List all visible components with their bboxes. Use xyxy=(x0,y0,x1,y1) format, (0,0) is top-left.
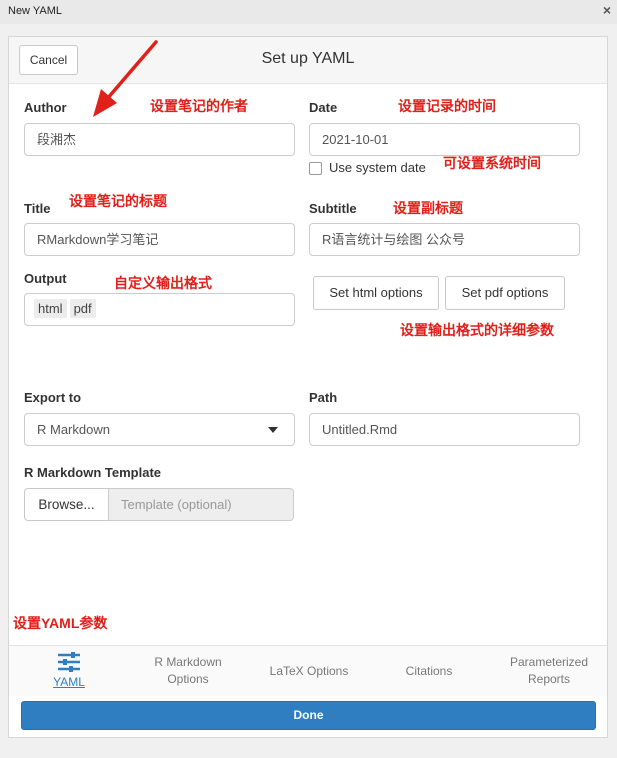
title-input[interactable]: RMarkdown学习笔记 xyxy=(24,223,295,256)
path-input[interactable]: Untitled.Rmd xyxy=(309,413,580,446)
set-pdf-options-button[interactable]: Set pdf options xyxy=(445,276,565,310)
tab-label: Parameterized Reports xyxy=(509,655,589,686)
subtitle-label: Subtitle xyxy=(309,201,357,216)
annotation-output-options: 设置输出格式的详细参数 xyxy=(400,322,554,338)
tab-parameterized-reports[interactable]: Parameterized Reports xyxy=(499,646,599,696)
title-label: Title xyxy=(24,201,51,216)
path-label: Path xyxy=(309,390,338,405)
output-label: Output xyxy=(24,271,67,286)
window-titlebar: New YAML × xyxy=(0,0,617,24)
template-label: R Markdown Template xyxy=(24,465,162,480)
subtitle-input[interactable]: R语言统计与绘图 公众号 xyxy=(309,223,580,256)
yaml-dialog: Cancel Set up YAML Author 段湘杰 设置笔记的作者 Da… xyxy=(8,36,608,738)
output-format-chip[interactable]: pdf xyxy=(69,299,96,318)
browse-button[interactable]: Browse... xyxy=(24,488,109,521)
use-system-date-label: Use system date xyxy=(329,160,426,175)
tab-latex-options[interactable]: LaTeX Options xyxy=(259,646,359,696)
tab-label: Citations xyxy=(405,663,453,678)
annotation-output: 自定义输出格式 xyxy=(114,275,212,291)
tab-yaml[interactable]: YAML xyxy=(29,646,109,696)
use-system-date-checkbox[interactable] xyxy=(309,162,322,175)
done-button[interactable]: Done xyxy=(21,701,596,730)
annotation-subtitle: 设置副标题 xyxy=(393,200,463,216)
window-title: New YAML xyxy=(8,5,63,17)
annotation-author: 设置笔记的作者 xyxy=(150,98,248,114)
tab-r-markdown-options[interactable]: R Markdown Options xyxy=(139,646,237,696)
caret-down-icon xyxy=(268,427,278,433)
output-format-input[interactable]: html pdf xyxy=(24,293,295,326)
output-format-chip[interactable]: html xyxy=(34,299,67,318)
author-input[interactable]: 段湘杰 xyxy=(24,123,295,156)
annotation-system-date: 可设置系统时间 xyxy=(443,155,541,171)
sliders-icon xyxy=(58,652,80,672)
set-html-options-button[interactable]: Set html options xyxy=(313,276,439,310)
tab-label: LaTeX Options xyxy=(269,663,349,678)
export-to-select[interactable]: R Markdown xyxy=(24,413,295,446)
author-label: Author xyxy=(24,100,67,115)
template-input[interactable]: Template (optional) xyxy=(108,488,294,521)
annotation-date: 设置记录的时间 xyxy=(398,98,496,114)
tab-citations[interactable]: Citations xyxy=(389,646,469,696)
tab-label: R Markdown Options xyxy=(154,655,222,686)
tab-bar: YAML R Markdown Options LaTeX Options Ci… xyxy=(9,645,607,696)
export-to-value: R Markdown xyxy=(37,422,110,437)
date-label: Date xyxy=(309,100,338,115)
date-input[interactable]: 2021-10-01 xyxy=(309,123,580,156)
red-arrow-icon xyxy=(93,40,158,117)
annotation-yaml: 设置YAML参数 xyxy=(13,615,108,631)
tab-yaml-label: YAML xyxy=(53,675,85,689)
export-to-label: Export to xyxy=(24,390,82,405)
close-icon[interactable]: × xyxy=(603,2,611,18)
annotation-title: 设置笔记的标题 xyxy=(69,193,167,209)
